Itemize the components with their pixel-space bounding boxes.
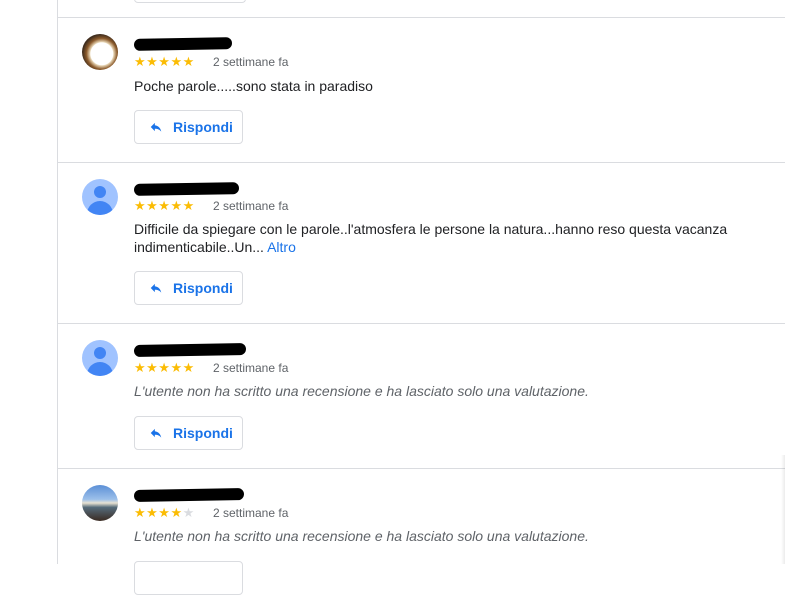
redacted-reviewer-name [133,343,247,357]
review-time: 2 settimane fa [213,55,289,69]
user-photo-avatar[interactable] [82,34,118,70]
more-link[interactable]: Altro [267,239,296,255]
review-text: L'utente non ha scritto una recensione e… [134,383,589,399]
reply-icon [150,428,162,438]
review-text: L'utente non ha scritto una recensione e… [134,528,589,544]
default-user-avatar[interactable] [82,340,118,376]
star-rating: ★★★★★ [134,360,195,375]
review-time: 2 settimane fa [213,199,289,213]
star-rating: ★★★★★ [134,505,195,520]
reply-button[interactable]: Rispondi [134,416,243,450]
user-photo-avatar[interactable] [82,485,118,521]
reply-label: Rispondi [173,119,233,135]
previous-reply-button-edge[interactable] [134,0,246,3]
review-time: 2 settimane fa [213,361,289,375]
star-rating: ★★★★★ [134,54,195,69]
redacted-reviewer-name [133,488,245,502]
review-item: ★★★★★ 2 settimane fa L'utente non ha scr… [58,324,785,468]
star-rating: ★★★★★ [134,198,195,213]
reply-button[interactable]: Rispondi [134,110,243,144]
review-item: ★★★★★ 2 settimane fa Difficile da spiega… [58,163,785,323]
review-text: Poche parole.....sono stata in paradiso [134,78,373,94]
reply-label: Rispondi [173,280,233,296]
reply-button[interactable]: Rispondi [134,271,243,305]
redacted-reviewer-name [133,37,233,51]
redacted-reviewer-name [133,182,240,196]
default-user-avatar[interactable] [82,179,118,215]
reply-label: Rispondi [173,425,233,441]
reply-icon [150,283,162,293]
scroll-shadow [781,455,785,564]
review-item: ★★★★★ 2 settimane fa L'utente non ha scr… [58,469,785,595]
reply-icon [150,122,162,132]
reply-button[interactable] [134,561,243,595]
review-time: 2 settimane fa [213,506,289,520]
review-item: ★★★★★ 2 settimane fa Poche parole.....so… [58,18,785,162]
review-text: Difficile da spiegare con le parole..l'a… [134,221,728,255]
